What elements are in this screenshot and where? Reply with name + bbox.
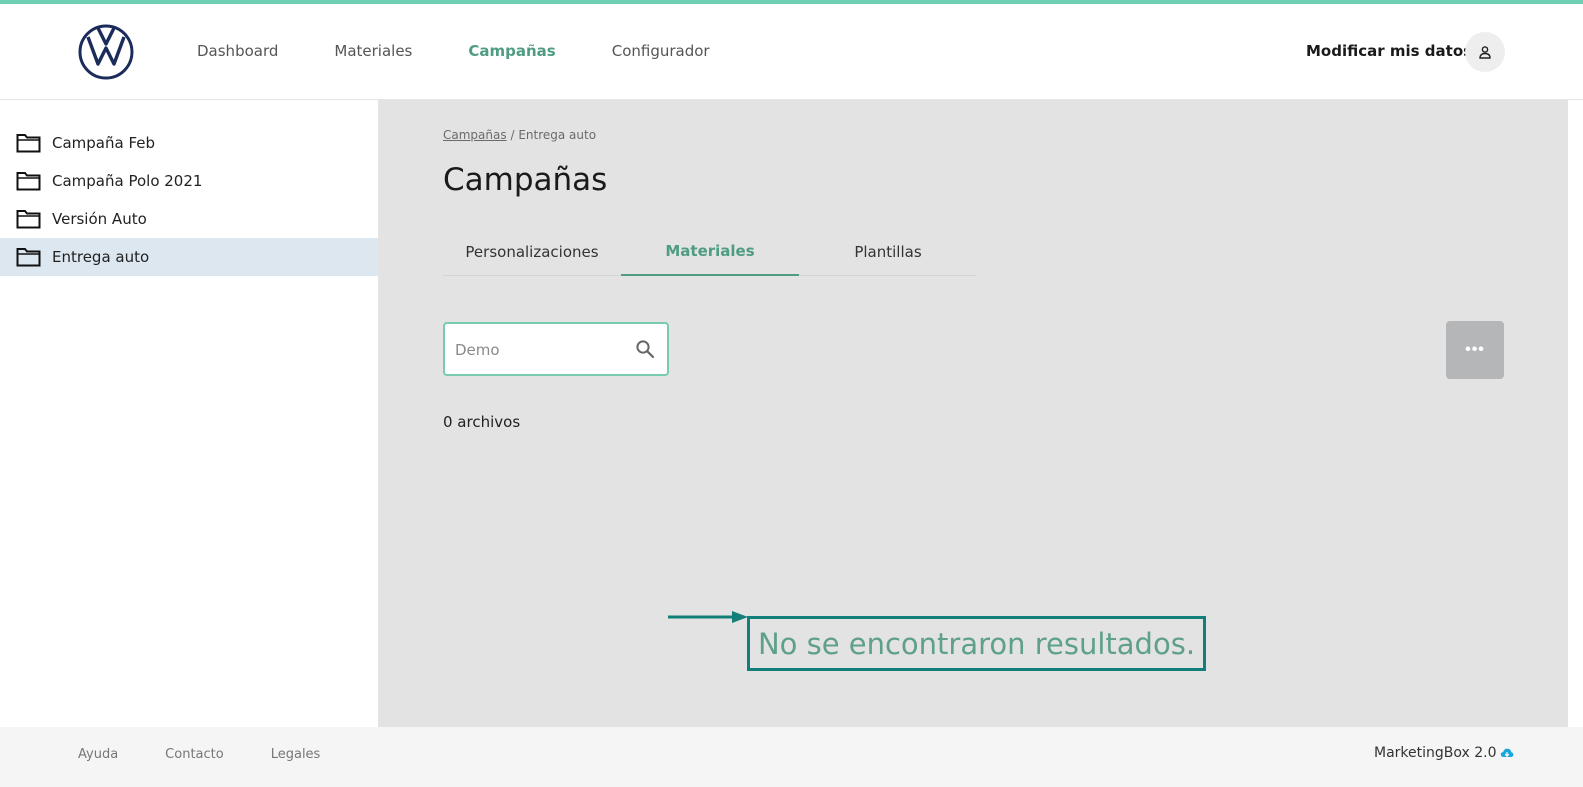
search-icon[interactable] [635, 339, 655, 359]
breadcrumb-current: Entrega auto [518, 128, 597, 142]
nav-dashboard[interactable]: Dashboard [197, 42, 278, 60]
search-box [443, 322, 669, 376]
more-options-button[interactable]: ••• [1446, 321, 1504, 379]
tab-plantillas[interactable]: Plantillas [799, 228, 977, 276]
folder-icon [16, 172, 41, 191]
folder-item-version-auto[interactable]: Versión Auto [0, 200, 378, 238]
page-title: Campañas [443, 162, 608, 198]
footer-link-ayuda[interactable]: Ayuda [78, 747, 118, 762]
folder-icon [16, 210, 41, 229]
folder-item-label: Campaña Polo 2021 [52, 172, 203, 190]
vw-logo-icon[interactable] [78, 24, 134, 80]
app-header: Dashboard Materiales Campañas Configurad… [0, 4, 1583, 100]
tab-materiales[interactable]: Materiales [621, 228, 799, 276]
nav-campanas[interactable]: Campañas [468, 42, 555, 60]
folder-item-campana-feb[interactable]: Campaña Feb [0, 124, 378, 162]
file-count: 0 archivos [443, 413, 521, 431]
folder-item-label: Campaña Feb [52, 134, 156, 152]
footer-link-legales[interactable]: Legales [271, 747, 321, 762]
tab-personalizaciones[interactable]: Personalizaciones [443, 228, 621, 276]
folder-item-label: Versión Auto [52, 210, 147, 228]
main-content: Campañas / Entrega auto Campañas Persona… [379, 100, 1568, 727]
breadcrumb-separator: / [510, 128, 515, 142]
user-avatar-button[interactable] [1465, 32, 1505, 72]
cloud-icon [1500, 748, 1513, 758]
folder-icon [16, 248, 41, 267]
breadcrumb-link-campanas[interactable]: Campañas [443, 128, 507, 142]
empty-results-highlight: No se encontraron resultados. [747, 616, 1206, 671]
nav-configurador[interactable]: Configurador [612, 42, 710, 60]
empty-results-message: No se encontraron resultados. [757, 626, 1196, 661]
folder-sidebar: Campaña Feb Campaña Polo 2021 Versión Au… [0, 100, 379, 727]
search-input[interactable] [455, 338, 625, 362]
brand-label: MarketingBox 2.0 [1374, 745, 1497, 761]
breadcrumb: Campañas / Entrega auto [443, 128, 596, 142]
folder-icon [16, 134, 41, 153]
footer-brand: MarketingBox 2.0 [1374, 745, 1514, 761]
folder-item-entrega-auto[interactable]: Entrega auto [0, 238, 378, 276]
app-footer: Ayuda Contacto Legales MarketingBox 2.0 [0, 727, 1583, 787]
folder-tree: Campaña Feb Campaña Polo 2021 Versión Au… [0, 100, 378, 276]
user-icon [1479, 46, 1491, 59]
folder-item-campana-polo-2021[interactable]: Campaña Polo 2021 [0, 162, 378, 200]
nav-materiales[interactable]: Materiales [334, 42, 412, 60]
folder-item-label: Entrega auto [52, 248, 150, 266]
main-nav: Dashboard Materiales Campañas Configurad… [197, 42, 766, 60]
content-tabs: Personalizaciones Materiales Plantillas [443, 228, 977, 276]
arrow-annotation-icon [668, 611, 748, 623]
footer-links: Ayuda Contacto Legales [78, 747, 367, 762]
modify-profile-link[interactable]: Modificar mis datos [1306, 42, 1472, 60]
footer-link-contacto[interactable]: Contacto [165, 747, 224, 762]
